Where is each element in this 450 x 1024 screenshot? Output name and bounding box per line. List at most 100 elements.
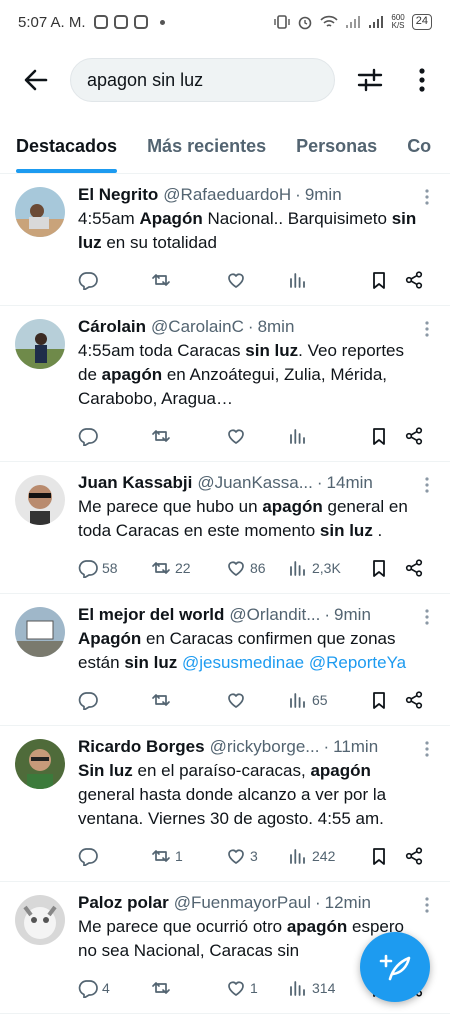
like-button[interactable] xyxy=(226,270,288,290)
bookmark-button[interactable] xyxy=(369,558,404,578)
views-button[interactable]: 65 xyxy=(288,690,369,710)
reply-button[interactable] xyxy=(78,690,151,710)
views-button[interactable]: 2,3K xyxy=(288,558,369,578)
tweet-card[interactable]: Cárolain @CarolainC · 8min 4:55am toda C… xyxy=(0,306,450,462)
tweet-menu-icon[interactable] xyxy=(424,740,430,758)
tweet-card[interactable]: El Negrito @RafaeduardoH · 9min 4:55am A… xyxy=(0,174,450,306)
highlighted-term: sin luz xyxy=(245,341,299,360)
display-name[interactable]: Ricardo Borges xyxy=(78,736,205,758)
tweet-actions xyxy=(78,411,434,461)
views-button[interactable]: 242 xyxy=(288,846,369,866)
share-icon xyxy=(405,847,423,865)
user-handle[interactable]: @rickyborge... xyxy=(210,736,320,758)
heart-icon xyxy=(228,429,244,444)
share-button[interactable] xyxy=(404,270,424,290)
tweet-text: 4:55am toda Caracas sin luz. Veo reporte… xyxy=(78,339,434,411)
vertical-dots-icon[interactable] xyxy=(411,66,433,94)
compose-button[interactable] xyxy=(360,932,430,1002)
alarm-icon xyxy=(299,16,312,30)
view-count: 314 xyxy=(312,980,336,996)
tab-personas[interactable]: Personas xyxy=(296,118,377,173)
display-name[interactable]: El Negrito xyxy=(78,184,158,206)
like-button[interactable] xyxy=(226,690,288,710)
views-button[interactable] xyxy=(288,270,369,290)
avatar[interactable] xyxy=(15,319,65,369)
views-button[interactable] xyxy=(288,426,369,446)
arrow-left-icon[interactable] xyxy=(22,66,50,94)
user-handle[interactable]: @Orlandit... xyxy=(229,604,320,626)
tweet-menu-icon[interactable] xyxy=(424,320,430,338)
share-button[interactable] xyxy=(404,558,424,578)
tweet-card[interactable]: Juan Kassabji @JuanKassa... · 14min Me p… xyxy=(0,462,450,594)
tab-mas-recientes[interactable]: Más recientes xyxy=(147,118,266,173)
search-tabs: Destacados Más recientes Personas Co xyxy=(0,118,450,174)
like-button[interactable]: 86 xyxy=(226,558,288,578)
retweet-button[interactable] xyxy=(151,690,226,710)
views-button[interactable]: 314 xyxy=(288,978,369,998)
tweet-text-segment: Me parece que hubo un xyxy=(78,497,263,516)
display-name[interactable]: Cárolain xyxy=(78,316,146,338)
like-button[interactable]: 1 xyxy=(226,978,288,998)
user-handle[interactable]: @JuanKassa... xyxy=(197,472,313,494)
retweet-button[interactable] xyxy=(151,978,226,998)
user-handle[interactable]: @RafaeduardoH xyxy=(163,184,291,206)
tweet-text-segment: general hasta donde alcanzo a ver por la… xyxy=(78,785,387,828)
retweet-button[interactable] xyxy=(151,426,226,446)
bookmark-button[interactable] xyxy=(369,690,404,710)
share-button[interactable] xyxy=(404,846,424,866)
tweet-time: 9min xyxy=(304,185,342,204)
reply-button[interactable]: 58 xyxy=(78,558,151,578)
search-input[interactable]: apagon sin luz xyxy=(70,58,335,102)
avatar[interactable] xyxy=(15,895,65,945)
share-button[interactable] xyxy=(404,690,424,710)
avatar[interactable] xyxy=(15,607,65,657)
tweet-menu-icon[interactable] xyxy=(424,608,430,626)
sliders-icon[interactable] xyxy=(356,66,384,94)
tab-destacados[interactable]: Destacados xyxy=(16,118,118,173)
tab-more[interactable]: Co xyxy=(407,118,431,173)
like-count: 3 xyxy=(250,848,258,864)
display-name[interactable]: Paloz polar xyxy=(78,892,169,914)
instagram-icon xyxy=(113,15,128,29)
share-button[interactable] xyxy=(404,426,424,446)
highlighted-term: Sin luz xyxy=(78,761,133,780)
like-button[interactable]: 3 xyxy=(226,846,288,866)
tweet-menu-icon[interactable] xyxy=(424,188,430,206)
bookmark-button[interactable] xyxy=(369,846,404,866)
user-handle[interactable]: @CarolainC xyxy=(151,316,244,338)
display-name[interactable]: Juan Kassabji xyxy=(78,472,192,494)
tweet-card[interactable]: El mejor del world @Orlandit... · 9min A… xyxy=(0,594,450,726)
heart-icon xyxy=(228,693,244,708)
user-handle[interactable]: @FuenmayorPaul xyxy=(174,892,311,914)
tweet-time: 11min xyxy=(333,737,379,756)
highlighted-term: sin luz xyxy=(319,521,373,540)
wifi-icon xyxy=(320,15,338,27)
network-speed: 600 K/S xyxy=(391,13,405,30)
bookmark-button[interactable] xyxy=(369,426,404,446)
reply-button[interactable] xyxy=(78,270,151,290)
avatar[interactable] xyxy=(15,739,65,789)
retweet-count: 1 xyxy=(175,848,183,864)
tweet-menu-icon[interactable] xyxy=(424,896,430,914)
retweet-button[interactable]: 22 xyxy=(151,558,226,578)
retweet-button[interactable] xyxy=(151,270,226,290)
tweet-time: 14min xyxy=(326,473,373,492)
separator-dot: · xyxy=(324,605,331,624)
bookmark-button[interactable] xyxy=(369,270,404,290)
reply-button[interactable] xyxy=(78,426,151,446)
mention-link[interactable]: @jesusmedinae xyxy=(182,653,304,672)
tweet-text-segment: en el paraíso-caracas, xyxy=(132,761,311,780)
retweet-button[interactable]: 1 xyxy=(151,846,226,866)
avatar[interactable] xyxy=(15,475,65,525)
tweet-text-segment: 4:55am xyxy=(78,209,140,228)
reply-button[interactable] xyxy=(78,846,151,866)
mention-link[interactable]: @ReporteYa xyxy=(309,653,406,672)
reply-count: 4 xyxy=(102,980,110,996)
reply-icon xyxy=(78,272,98,290)
reply-button[interactable]: 4 xyxy=(78,978,151,998)
tweet-menu-icon[interactable] xyxy=(424,476,430,494)
tweet-card[interactable]: Ricardo Borges @rickyborge... · 11min Si… xyxy=(0,726,450,882)
display-name[interactable]: El mejor del world xyxy=(78,604,224,626)
avatar[interactable] xyxy=(15,187,65,237)
like-button[interactable] xyxy=(226,426,288,446)
